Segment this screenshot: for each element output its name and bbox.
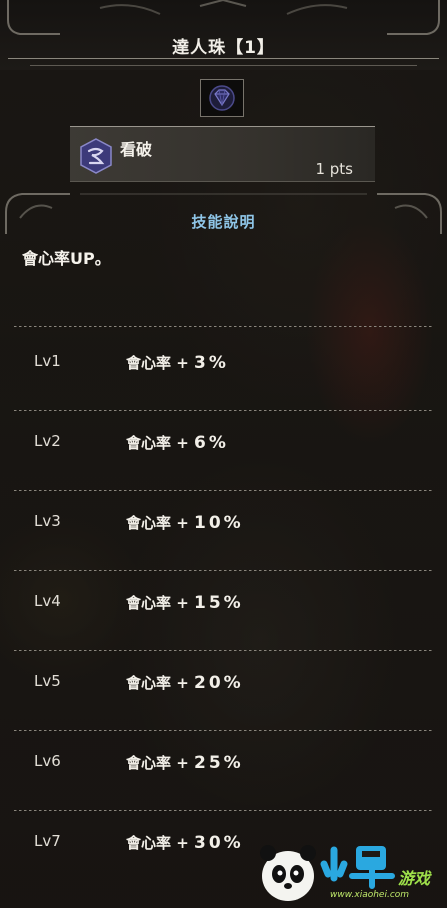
skill-description-heading: 技能說明 (191, 213, 256, 231)
header-divider-bottom (30, 65, 417, 66)
row-separator (14, 810, 433, 811)
row-separator (14, 326, 433, 327)
level-effect: 會心率 + 10% (126, 513, 244, 533)
row-separator (14, 570, 433, 571)
level-label: Lv2 (34, 432, 61, 450)
svg-text:游戏: 游戏 (398, 869, 432, 888)
level-effect: 會心率 + 30% (126, 833, 244, 853)
critical-eye-skill-icon (80, 138, 112, 174)
level-value: 25% (194, 753, 244, 773)
level-effect: 會心率 + 20% (126, 673, 244, 693)
level-row-3: Lv3 會心率 + 10% (0, 492, 447, 572)
level-row-5: Lv5 會心率 + 20% (0, 652, 447, 732)
jewel-title: 達人珠【1】 (172, 38, 275, 58)
skill-description: 會心率UP。 (22, 249, 111, 268)
row-separator (14, 650, 433, 651)
level-label: Lv6 (34, 752, 61, 770)
level-effect: 會心率 + 25% (126, 753, 244, 773)
level-value: 10% (194, 513, 244, 533)
level-effect: 會心率 + 15% (126, 593, 244, 613)
level-value: 3% (194, 353, 229, 373)
level-label: Lv1 (34, 352, 61, 370)
level-value: 30% (194, 833, 244, 853)
jewel-gem-icon (209, 85, 235, 111)
row-separator (14, 490, 433, 491)
level-label: Lv4 (34, 592, 61, 610)
skill-points: 1 pts (315, 160, 353, 178)
level-value: 6% (194, 433, 229, 453)
level-value: 20% (194, 673, 244, 693)
level-value: 15% (194, 593, 244, 613)
row-separator (14, 730, 433, 731)
level-row-4: Lv4 會心率 + 15% (0, 572, 447, 652)
row-separator (14, 410, 433, 411)
level-effect: 會心率 + 3% (126, 353, 229, 373)
decoration-slot[interactable] (200, 79, 244, 117)
level-row-2: Lv2 會心率 + 6% (0, 412, 447, 492)
level-label: Lv3 (34, 512, 61, 530)
level-effect: 會心率 + 6% (126, 433, 229, 453)
watermark-url: www.xiaohei.com (330, 890, 410, 900)
level-label: Lv5 (34, 672, 61, 690)
level-label: Lv7 (34, 832, 61, 850)
level-row-6: Lv6 會心率 + 25% (0, 732, 447, 812)
level-row-1: Lv1 會心率 + 3% (0, 332, 447, 412)
skill-name: 看破 (120, 140, 153, 159)
